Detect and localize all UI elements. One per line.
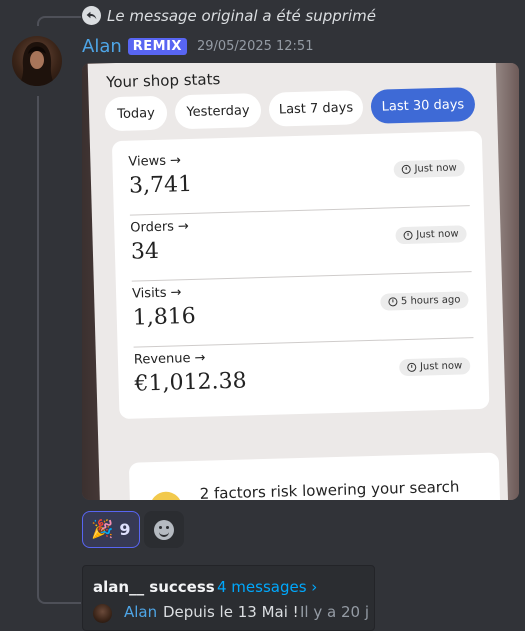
tab-last-7-days: Last 7 days <box>268 90 364 127</box>
stat-label: Views <box>128 153 167 170</box>
arrow-right-icon: → <box>194 350 206 366</box>
reply-reference[interactable]: Le message original a été supprimé <box>82 6 376 25</box>
stat-time-badge: Just now <box>395 225 467 245</box>
tab-last-30-days: Last 30 days <box>370 86 476 124</box>
thread-last-author: Alan <box>124 603 158 621</box>
reaction-count: 9 <box>119 520 131 539</box>
reply-deleted-text: Le message original a été supprimé <box>107 6 376 25</box>
warning-card: 2 factors risk lowering your search <box>128 452 501 500</box>
stat-time: Just now <box>419 360 463 373</box>
thread-name: alan__ success <box>93 578 215 596</box>
stat-time-badge: Just now <box>393 159 465 179</box>
stat-label: Visits <box>131 285 167 302</box>
message-header: Alan REMIX 29/05/2025 12:51 <box>82 36 313 57</box>
arrow-right-icon: → <box>170 285 182 301</box>
stat-visits: Visits → 1,816 5 hours ago <box>131 277 474 348</box>
image-attachment[interactable]: Your shop stats Today Yesterday Last 7 d… <box>82 63 519 500</box>
thread-last-time: Il y a 20 j <box>300 603 369 621</box>
reactions-bar: 🎉 9 <box>82 511 184 548</box>
reply-arrow-icon <box>82 6 101 25</box>
reaction-party-popper[interactable]: 🎉 9 <box>82 511 140 548</box>
stat-label: Orders <box>130 219 175 236</box>
stat-time: Just now <box>414 162 457 175</box>
thread-message-count[interactable]: 4 messages › <box>217 578 317 596</box>
thread-spine <box>37 96 81 604</box>
stat-orders: Orders → 34 Just now <box>130 211 472 282</box>
role-badge[interactable]: REMIX <box>127 38 187 55</box>
stat-revenue: Revenue → €1,012.38 Just now <box>133 343 475 397</box>
avatar[interactable] <box>12 36 62 86</box>
clock-icon <box>387 297 398 307</box>
stat-time-badge: 5 hours ago <box>379 291 469 311</box>
arrow-right-icon: → <box>169 153 182 169</box>
warning-text: 2 factors risk lowering your search <box>199 477 460 500</box>
stat-views: Views → 3,741 Just now <box>128 145 470 216</box>
thread-author-avatar <box>93 604 112 623</box>
smiley-icon <box>153 519 174 540</box>
clock-icon <box>401 164 411 175</box>
party-popper-icon: 🎉 <box>91 519 114 540</box>
clock-icon <box>403 230 413 241</box>
username[interactable]: Alan <box>82 36 122 57</box>
clock-icon <box>406 362 417 372</box>
tab-yesterday: Yesterday <box>174 92 262 130</box>
stat-time-badge: Just now <box>398 357 471 377</box>
stats-card: Views → 3,741 Just now Orders → 34 Just no… <box>111 130 490 420</box>
arrow-right-icon: → <box>177 219 190 235</box>
shop-stats-title: Your shop stats <box>105 70 221 92</box>
warning-icon <box>149 491 183 500</box>
thread-last-message: Depuis le 13 Mai ! <box>163 603 299 621</box>
thread-preview[interactable]: alan__ success 4 messages › Alan Depuis … <box>82 565 375 631</box>
message-timestamp: 29/05/2025 12:51 <box>196 39 314 54</box>
phone-screen: Your shop stats Today Yesterday Last 7 d… <box>87 63 509 500</box>
add-reaction-button[interactable] <box>143 511 184 548</box>
tab-today: Today <box>104 95 168 132</box>
reply-spine <box>37 16 81 26</box>
stat-label: Revenue <box>133 351 191 368</box>
stat-time: 5 hours ago <box>400 294 461 308</box>
stat-time: Just now <box>416 228 459 241</box>
